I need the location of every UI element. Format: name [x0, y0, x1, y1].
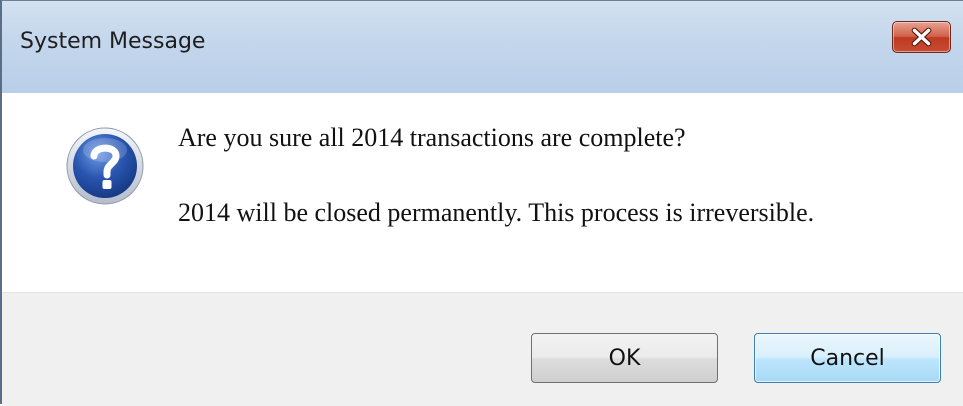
system-message-dialog: System Message Are you sure all 2014 tra…	[0, 0, 963, 406]
message-question: Are you sure all 2014 transactions are c…	[178, 123, 686, 152]
title-bar[interactable]: System Message	[2, 1, 963, 93]
message-warning: 2014 will be closed permanently. This pr…	[178, 198, 815, 227]
window-title: System Message	[20, 29, 206, 54]
close-icon	[911, 27, 932, 47]
close-button[interactable]	[892, 21, 951, 53]
question-icon	[66, 127, 144, 205]
button-bar: OK Cancel	[2, 292, 963, 406]
message-area: Are you sure all 2014 transactions are c…	[2, 93, 963, 292]
ok-button-label: OK	[608, 345, 641, 371]
ok-button[interactable]: OK	[531, 333, 718, 383]
cancel-button[interactable]: Cancel	[754, 333, 941, 383]
cancel-button-label: Cancel	[810, 345, 885, 371]
